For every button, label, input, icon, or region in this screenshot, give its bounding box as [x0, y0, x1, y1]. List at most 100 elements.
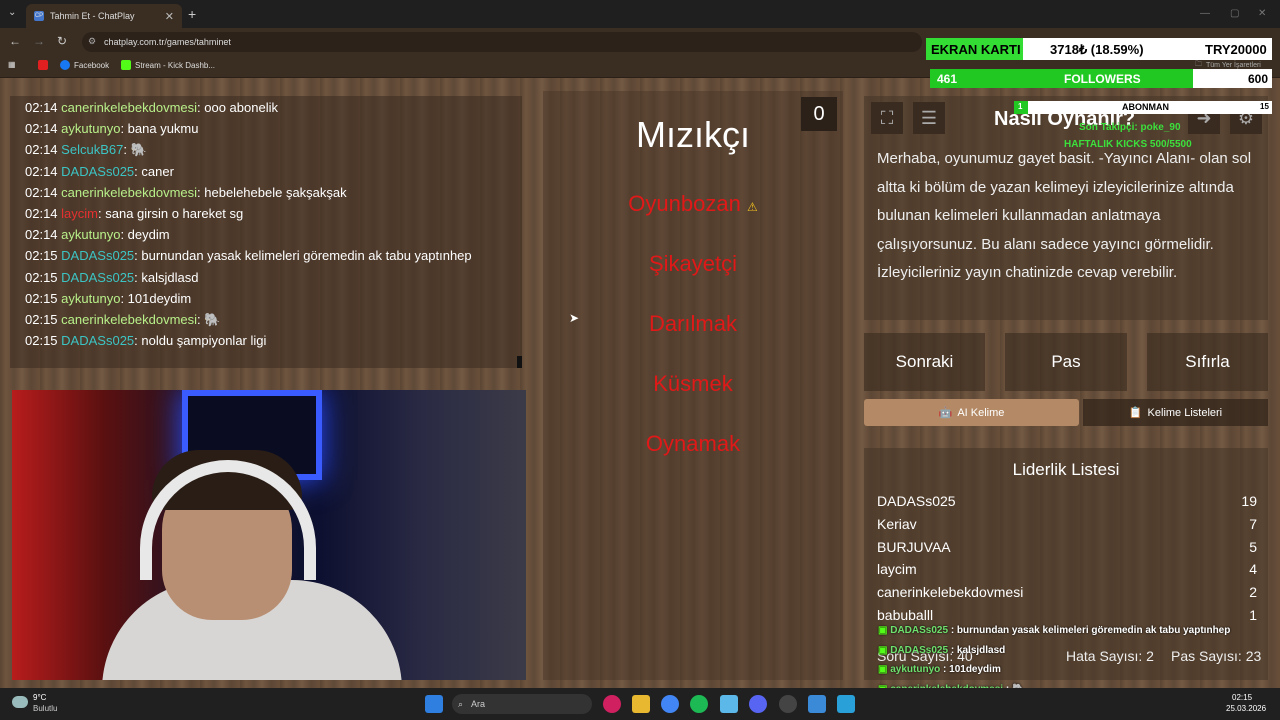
- chat-message: 02:15 DADASs025: burnundan yasak kelimel…: [10, 245, 522, 266]
- warning-icon: ⚠: [746, 200, 758, 214]
- chat-time: 02:15: [25, 290, 58, 306]
- maximize-icon[interactable]: ▢: [1230, 8, 1239, 19]
- document-icon[interactable]: ☰: [913, 102, 945, 134]
- chat-username[interactable]: aykutunyo: [61, 227, 120, 242]
- chat-text: : ooo abonelik: [197, 100, 278, 115]
- chat-username[interactable]: canerinkelebekdovmesi: [61, 312, 197, 327]
- taskbar-search[interactable]: ⌕ Ara: [452, 694, 592, 714]
- list-icon: 📋: [1128, 407, 1143, 419]
- browser-tab[interactable]: CP Tahmin Et - ChatPlay ✕: [26, 4, 182, 28]
- chat-message: 02:14 canerinkelebekdovmesi: hebelehebel…: [10, 182, 522, 203]
- overlay-message: : 101deydim: [940, 664, 1001, 676]
- chat-username[interactable]: DADASs025: [61, 270, 134, 285]
- fullscreen-icon[interactable]: ⛶: [871, 102, 903, 134]
- chat-username[interactable]: aykutunyo: [61, 121, 120, 136]
- kick-label: Stream - Kick Dashb...: [135, 60, 216, 70]
- close-window-icon[interactable]: ✕: [1258, 8, 1266, 19]
- chat-username[interactable]: laycim: [61, 206, 98, 221]
- chat-username[interactable]: SelcukB67: [61, 142, 123, 157]
- chat-text: : caner: [134, 163, 174, 179]
- chat-message: 02:14 SelcukB67: 🐘: [10, 139, 522, 160]
- chat-text: : deydim: [120, 227, 170, 243]
- chat-message: 02:14 aykutunyo: bana yukmu: [10, 118, 522, 139]
- overlay-chat-line: ▣ DADASs025 : kalsjdlasd: [878, 645, 1005, 656]
- youtube-icon: [38, 60, 48, 70]
- search-label: Ara: [471, 699, 486, 709]
- chat-message: 02:14 laycim: sana girsin o hareket sg: [10, 203, 522, 224]
- chrome-icon[interactable]: [661, 695, 679, 713]
- weather-desc[interactable]: Bulutlu: [33, 704, 57, 713]
- overlay-message: : kalsjdlasd: [948, 644, 1006, 656]
- player-name: babuballl: [877, 607, 934, 623]
- minimize-icon[interactable]: —: [1200, 8, 1210, 19]
- chat-message: 02:14 aykutunyo: deydim: [10, 224, 522, 245]
- app-icon[interactable]: [837, 695, 855, 713]
- settings-app-icon[interactable]: [720, 695, 738, 713]
- facebook-bookmark[interactable]: Facebook: [60, 60, 109, 70]
- leaderboard-title: Liderlik Listesi: [1012, 460, 1120, 479]
- back-icon[interactable]: ←: [9, 34, 21, 48]
- clock-time[interactable]: 02:15: [1232, 693, 1252, 702]
- media-app-icon[interactable]: [603, 695, 621, 713]
- forbidden-word: Şikayetçi: [648, 251, 738, 276]
- close-tab-icon[interactable]: ✕: [165, 10, 174, 23]
- chat-text: : 101deydim: [120, 290, 192, 306]
- url-field[interactable]: ⚙ chatplay.com.tr/games/tahminet: [82, 32, 922, 52]
- reload-icon[interactable]: ↻: [57, 34, 67, 48]
- followers-goal: 600: [1248, 72, 1269, 86]
- windows-start-icon[interactable]: [425, 695, 443, 713]
- kick-dashboard-bookmark[interactable]: Stream - Kick Dashb...: [121, 60, 215, 70]
- chat-text: : 🐘: [197, 312, 221, 328]
- chatplay-favicon-icon: CP: [34, 11, 44, 21]
- youtube-bookmark[interactable]: [38, 60, 48, 70]
- chat-username[interactable]: canerinkelebekdovmesi: [61, 185, 197, 200]
- chat-username[interactable]: DADASs025: [61, 164, 134, 179]
- facebook-label: Facebook: [74, 60, 110, 70]
- ai-word-button[interactable]: 🤖 AI Kelime: [864, 399, 1079, 426]
- clock-date[interactable]: 25.03.2026: [1226, 704, 1266, 713]
- followers-goal-fill: [930, 69, 1193, 88]
- forbidden-word-text: Oyunbozan: [628, 191, 741, 216]
- forward-icon[interactable]: →: [33, 34, 45, 48]
- next-button[interactable]: Sonraki: [864, 333, 985, 391]
- obs-icon[interactable]: [779, 695, 797, 713]
- chat-scrollbar[interactable]: [517, 356, 522, 368]
- error-count: Hata Sayısı: 2: [1066, 648, 1154, 664]
- apps-icon[interactable]: ▦: [8, 60, 16, 69]
- chat-message: 02:15 DADASs025: kalsjdlasd: [10, 267, 522, 288]
- reset-button[interactable]: Sıfırla: [1147, 333, 1268, 391]
- leaderboard-row: Keriav 7: [877, 516, 1257, 532]
- followers-count: 461: [937, 72, 958, 86]
- howto-text: Merhaba, oyunumuz gayet basit. -Yayıncı …: [877, 150, 1252, 281]
- pass-count: Pas Sayısı: 23: [1171, 648, 1262, 664]
- tab-list-chevron-icon[interactable]: ⌄: [8, 7, 16, 18]
- pass-button[interactable]: Pas: [1005, 333, 1127, 391]
- chat-time: 02:14: [25, 121, 58, 137]
- chat-time: 02:14: [25, 100, 58, 115]
- new-tab-icon[interactable]: +: [188, 6, 196, 22]
- chat-username[interactable]: canerinkelebekdovmesi: [61, 100, 197, 115]
- chat-message: 02:14 DADASs025: caner: [10, 161, 522, 182]
- word-lists-button[interactable]: 📋 Kelime Listeleri: [1083, 399, 1268, 426]
- kick-badge-icon: ▣: [878, 664, 888, 676]
- weather-temp[interactable]: 9°C: [33, 693, 46, 702]
- chat-time: 02:15: [25, 333, 58, 349]
- discord-icon[interactable]: [749, 695, 767, 713]
- notes-app-icon[interactable]: [808, 695, 826, 713]
- spotify-icon[interactable]: [690, 695, 708, 713]
- chat-time: 02:14: [25, 206, 58, 222]
- chat-username[interactable]: aykutunyo: [61, 291, 120, 306]
- chat-username[interactable]: DADASs025: [61, 248, 134, 263]
- kick-badge-icon: ▣: [878, 625, 888, 636]
- player-name: DADASs025: [877, 493, 956, 509]
- player-name: Keriav: [877, 515, 917, 532]
- site-info-icon[interactable]: ⚙: [88, 36, 96, 47]
- file-explorer-icon[interactable]: [632, 695, 650, 713]
- target-word: Mızıkçı: [636, 114, 750, 155]
- overlay-username: DADASs025: [890, 625, 949, 636]
- player-name: BURJUVAA: [877, 538, 951, 555]
- player-name: canerinkelebekdovmesi: [877, 584, 1024, 601]
- chat-username[interactable]: DADASs025: [61, 333, 134, 348]
- last-follower: Son Takipçi: poke_90: [1079, 122, 1181, 133]
- overlay-username: aykutunyo: [890, 664, 941, 676]
